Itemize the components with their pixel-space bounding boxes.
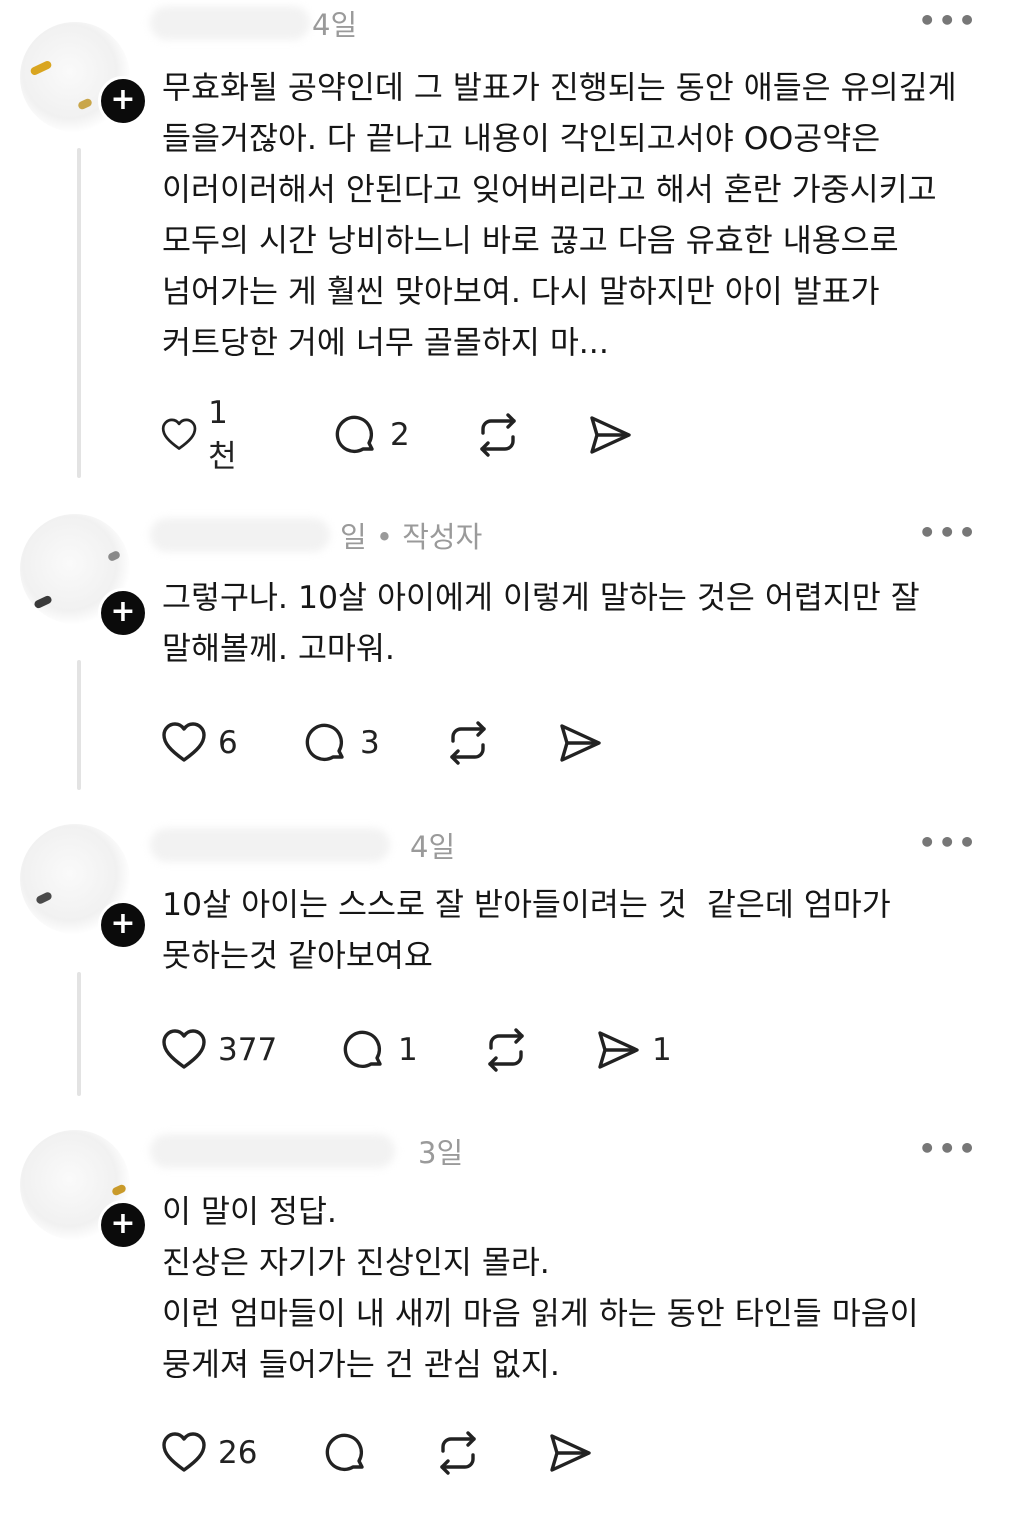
send-icon — [550, 1434, 591, 1472]
follow-plus-icon[interactable]: + — [98, 1200, 148, 1250]
comment-icon — [343, 1030, 382, 1069]
author-name[interactable] — [150, 6, 310, 40]
send-icon — [590, 416, 631, 454]
post-text: 10살 아이는 스스로 잘 받아들이려는 것 같은데 엄마가 못하는것 같아보여… — [162, 887, 891, 974]
heart-icon — [161, 418, 197, 450]
like-button[interactable]: 1천 — [160, 395, 247, 475]
like-button[interactable]: 6 — [160, 718, 238, 768]
post-time: 4일 — [410, 830, 456, 864]
reply-count: 1 — [398, 1032, 418, 1068]
author-name[interactable] — [150, 1134, 395, 1168]
follow-plus-icon[interactable]: + — [98, 588, 148, 638]
repost-button[interactable] — [434, 1428, 492, 1478]
author-name[interactable] — [150, 828, 390, 862]
like-count: 377 — [218, 1032, 278, 1068]
share-button[interactable] — [556, 718, 614, 768]
author-name[interactable] — [150, 518, 330, 552]
repost-icon — [440, 1431, 476, 1475]
thread-post: + 4일 ••• 10살 아이는 스스로 잘 받아들이려는 것 같은데 엄마가 … — [0, 810, 1024, 1116]
heart-icon — [162, 722, 206, 762]
repost-button[interactable] — [474, 410, 532, 460]
like-count: 6 — [218, 725, 238, 761]
post-time: 일 • 작성자 — [340, 520, 483, 554]
repost-icon — [488, 1028, 524, 1072]
share-button[interactable] — [586, 410, 644, 460]
like-count: 26 — [218, 1435, 258, 1471]
reply-button[interactable]: 2 — [332, 410, 410, 460]
follow-plus-icon[interactable]: + — [98, 76, 148, 126]
post-text: 이 말이 정답. 진상은 자기가 진상인지 몰라. 이런 엄마들이 내 새끼 마… — [162, 1194, 919, 1383]
post-time: 3일 — [418, 1136, 464, 1170]
like-count: 1천 — [208, 394, 237, 475]
like-button[interactable]: 26 — [160, 1428, 257, 1478]
reply-count: 2 — [390, 417, 410, 453]
comment-icon — [305, 723, 344, 762]
share-button[interactable] — [546, 1428, 604, 1478]
heart-icon — [162, 1029, 206, 1069]
more-icon[interactable]: ••• — [918, 1132, 978, 1165]
comment-icon — [325, 1433, 364, 1472]
more-icon[interactable]: ••• — [918, 826, 978, 859]
thread-post: + 4일 ••• 무효화될 공약인데 그 발표가 진행되는 동안 애들은 유의깊… — [0, 0, 1024, 500]
post-text: 무효화될 공약인데 그 발표가 진행되는 동안 애들은 유의깊게 들을거잖아. … — [162, 70, 957, 361]
more-icon[interactable]: ••• — [918, 516, 978, 549]
repost-icon — [480, 413, 516, 457]
repost-icon — [450, 721, 486, 765]
post-time: 4일 — [312, 8, 358, 42]
follow-plus-icon[interactable]: + — [98, 900, 148, 950]
post-text: 그렇구나. 10살 아이에게 이렇게 말하는 것은 어렵지만 잘 말해볼께. 고… — [162, 580, 920, 667]
repost-button[interactable] — [444, 718, 502, 768]
reply-button[interactable] — [322, 1428, 380, 1478]
reply-button[interactable]: 3 — [302, 718, 380, 768]
reply-count: 3 — [360, 725, 380, 761]
share-count: 1 — [652, 1032, 672, 1068]
thread-line — [77, 148, 81, 478]
repost-button[interactable] — [482, 1025, 540, 1075]
send-icon — [560, 724, 601, 762]
thread-post: + 일 • 작성자 ••• 그렇구나. 10살 아이에게 이렇게 말하는 것은 … — [0, 500, 1024, 810]
thread-post: + 3일 ••• 이 말이 정답. 진상은 자기가 진상인지 몰라. 이런 엄마… — [0, 1116, 1024, 1523]
thread-line — [77, 660, 81, 790]
avatar-detail — [106, 549, 122, 563]
thread-line — [77, 972, 81, 1096]
like-button[interactable]: 377 — [160, 1025, 277, 1075]
more-icon[interactable]: ••• — [918, 4, 978, 37]
comment-icon — [335, 415, 374, 454]
avatar-detail — [110, 1183, 128, 1197]
send-icon — [598, 1031, 639, 1069]
reply-button[interactable]: 1 — [340, 1025, 418, 1075]
avatar-detail — [76, 97, 94, 111]
avatar-detail — [35, 890, 53, 906]
share-button[interactable]: 1 — [594, 1025, 672, 1075]
heart-icon — [162, 1432, 206, 1472]
avatar-detail — [29, 59, 53, 77]
avatar-detail — [33, 594, 53, 610]
